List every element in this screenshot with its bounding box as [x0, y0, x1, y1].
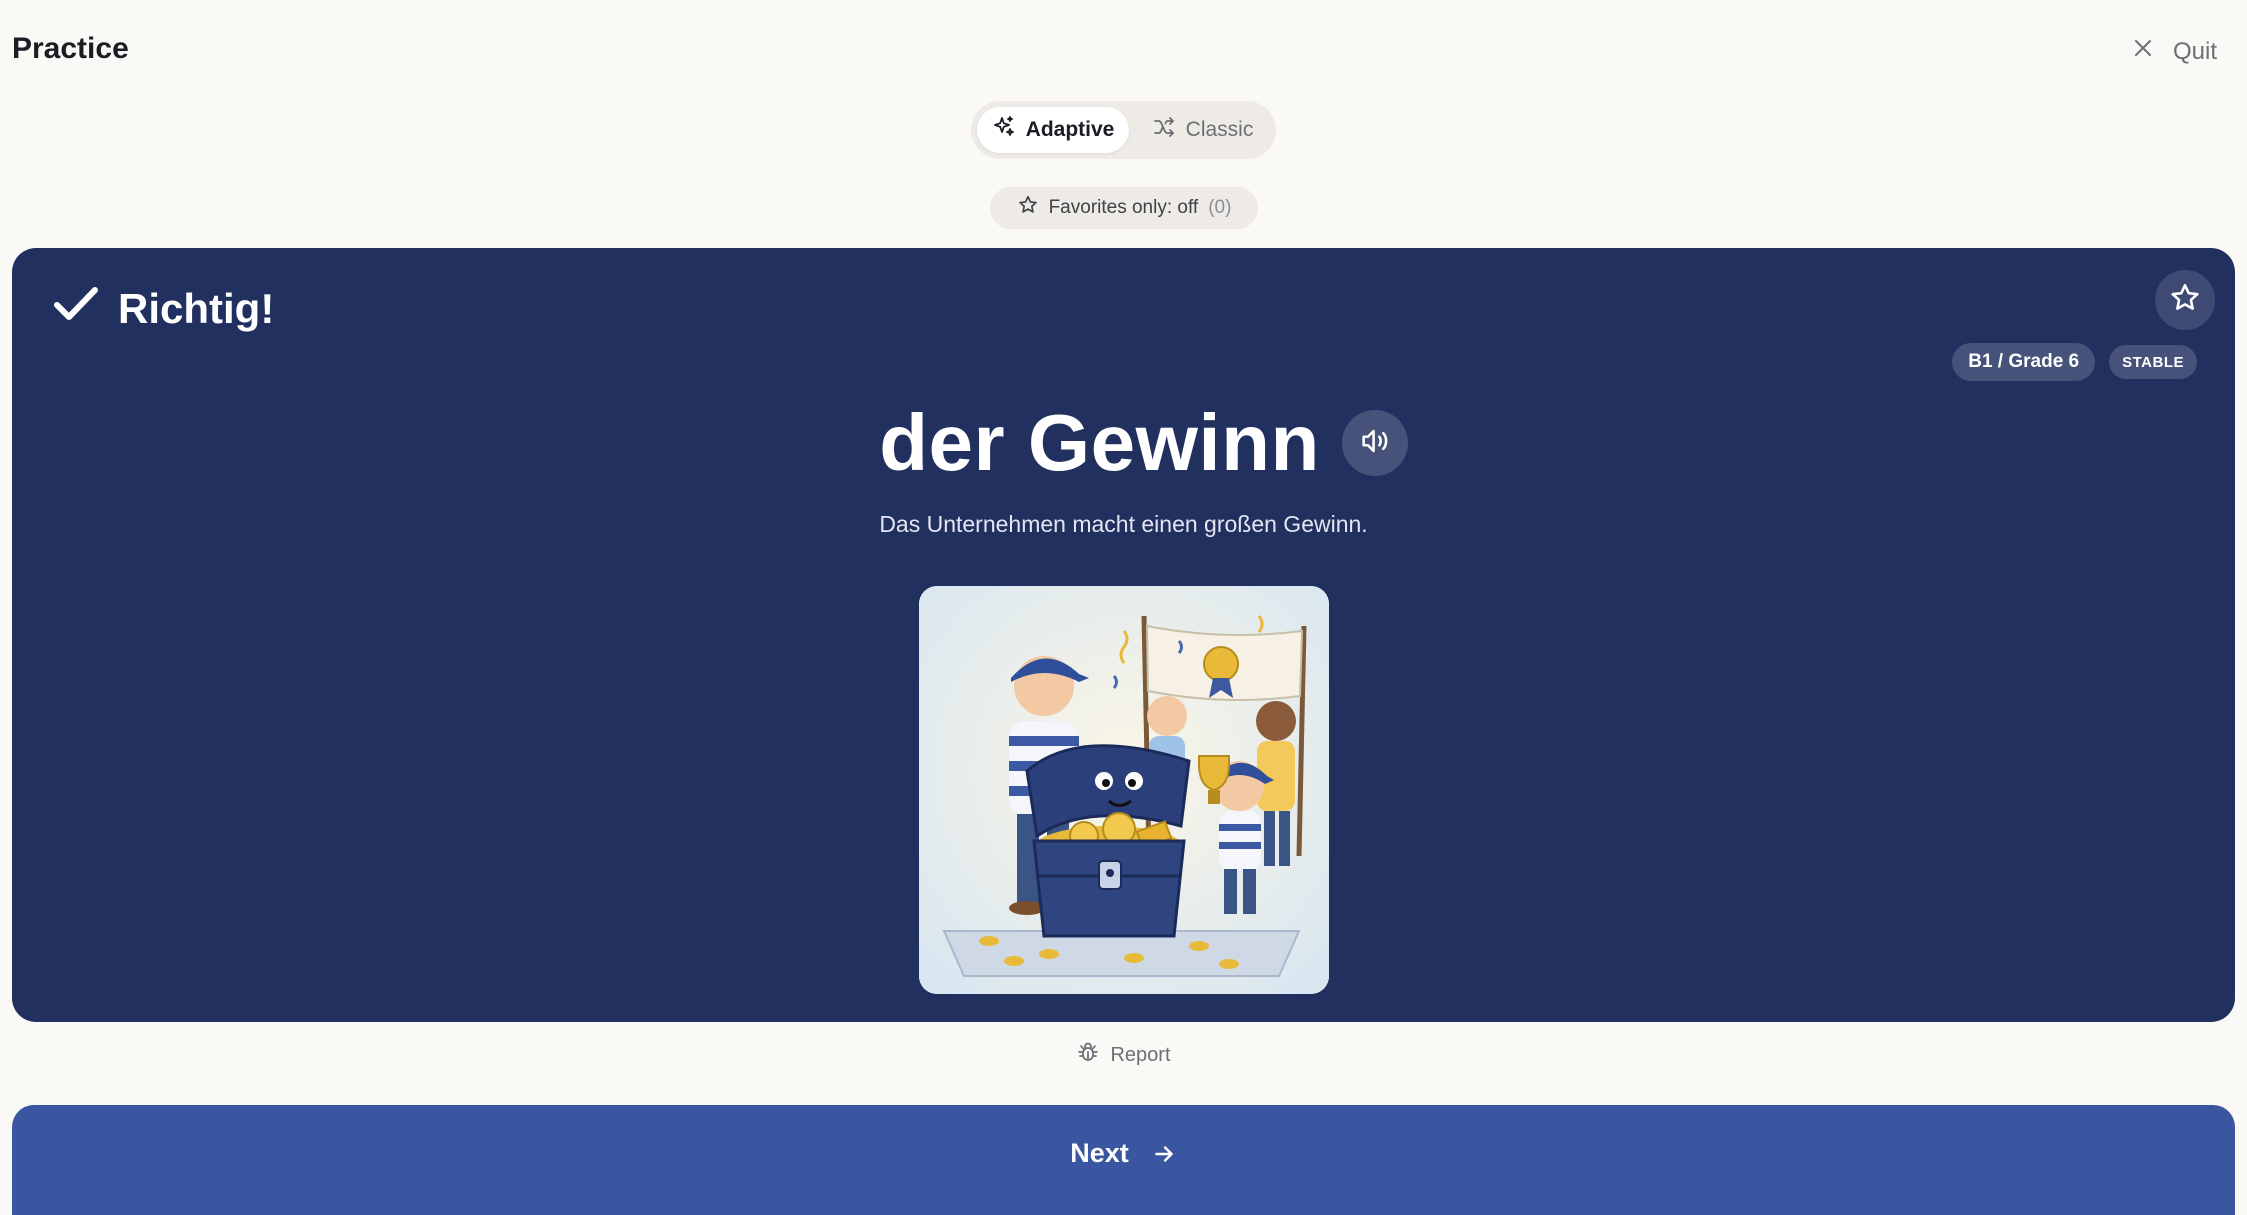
example-sentence: Das Unternehmen macht einen großen Gewin… — [879, 511, 1368, 537]
vocab-word: der Gewinn — [879, 398, 1320, 487]
mode-adaptive-label: Adaptive — [1025, 118, 1115, 141]
card-badges: B1 / Grade 6 STABLE — [1952, 343, 2197, 381]
level-badge: B1 / Grade 6 — [1952, 343, 2096, 381]
favorites-only-toggle[interactable]: Favorites only: off (0) — [990, 187, 1258, 229]
bug-icon — [1076, 1040, 1100, 1070]
vocab-illustration — [919, 586, 1329, 994]
mode-adaptive-button[interactable]: Adaptive — [977, 107, 1129, 153]
star-icon — [2168, 281, 2202, 320]
shuffle-icon — [1152, 115, 1176, 145]
word-row: der Gewinn — [12, 403, 2235, 483]
favorites-label: Favorites only: off — [1048, 197, 1199, 218]
close-icon — [2131, 36, 2155, 67]
play-audio-button[interactable] — [1341, 410, 1408, 476]
page-title: Practice — [12, 32, 129, 65]
quit-label: Quit — [2172, 37, 2217, 65]
star-outline-icon — [1017, 194, 1039, 222]
favorites-count: (0) — [1208, 197, 1232, 218]
mode-toggle: Adaptive Classic — [971, 101, 1276, 159]
mode-classic-label: Classic — [1185, 118, 1254, 141]
next-label: Next — [1070, 1138, 1129, 1168]
page-header: Practice Quit — [0, 0, 2247, 100]
favorite-star-button[interactable] — [2155, 270, 2215, 330]
next-button[interactable]: Next — [12, 1105, 2235, 1215]
speaker-icon — [1358, 424, 1392, 463]
result-text: Richtig! — [118, 285, 275, 332]
quit-button[interactable]: Quit — [2131, 36, 2217, 67]
sparkles-icon — [992, 115, 1016, 145]
flashcard: Richtig! B1 / Grade 6 STABLE der Gewinn … — [12, 248, 2235, 1022]
arrow-right-icon — [1151, 1138, 1177, 1215]
report-label: Report — [1110, 1043, 1171, 1066]
result-banner: Richtig! — [52, 284, 274, 334]
checkmark-icon — [52, 284, 100, 334]
mode-classic-button[interactable]: Classic — [1135, 107, 1270, 153]
report-button[interactable]: Report — [0, 1040, 2247, 1070]
status-badge: STABLE — [2109, 345, 2197, 379]
